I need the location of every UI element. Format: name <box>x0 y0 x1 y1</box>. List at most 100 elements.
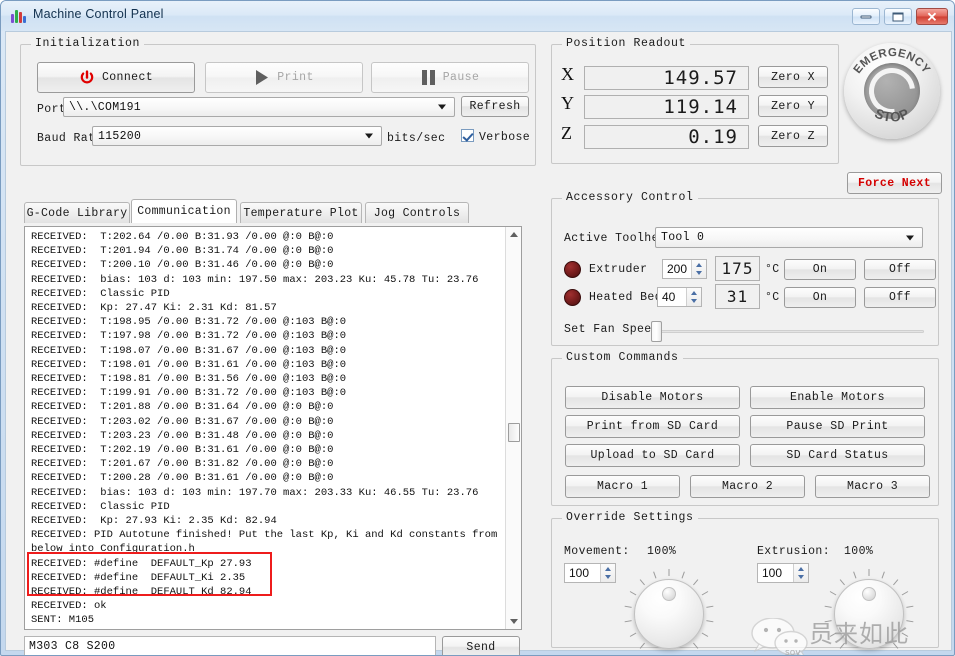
extruder-setpoint-stepper[interactable]: 200 <box>662 259 707 279</box>
button-label: Enable Motors <box>790 391 885 404</box>
zero-x-label: Zero X <box>771 71 815 84</box>
maximize-button[interactable] <box>884 8 912 25</box>
stepper-buttons[interactable] <box>793 564 808 582</box>
app-icon <box>11 10 26 23</box>
zero-y-button[interactable]: Zero Y <box>758 95 828 117</box>
extrusion-stepper[interactable]: 100 <box>757 563 809 583</box>
enable-motors-button[interactable]: Enable Motors <box>750 386 925 409</box>
movement-stepper[interactable]: 100 <box>564 563 616 583</box>
close-button[interactable]: ✕ <box>916 8 948 25</box>
communication-log[interactable]: RECEIVED: T:202.64 /0.00 B:31.93 /0.00 @… <box>24 226 522 630</box>
heated-bed-off-button[interactable]: Off <box>864 287 936 308</box>
zero-z-button[interactable]: Zero Z <box>758 125 828 147</box>
scroll-down-icon[interactable] <box>510 619 518 624</box>
button-label: Macro 2 <box>722 480 773 493</box>
extruder-on-button[interactable]: On <box>784 259 856 280</box>
baud-value: 115200 <box>98 130 141 143</box>
stepper-up-icon <box>691 291 697 295</box>
stepper-buttons[interactable] <box>686 288 701 306</box>
title-bar: Machine Control Panel ✕ <box>1 1 955 31</box>
close-icon: ✕ <box>927 10 938 23</box>
watermark: 员来如此 sov <box>751 604 951 656</box>
log-scrollbar[interactable] <box>505 227 521 629</box>
extruder-off-label: Off <box>889 263 911 276</box>
minimize-button[interactable] <box>852 8 880 25</box>
heated-bed-on-button[interactable]: On <box>784 287 856 308</box>
stepper-up-icon <box>605 567 611 571</box>
heated-bed-current-temp: 31 <box>715 284 760 309</box>
movement-label: Movement: <box>564 545 630 558</box>
tab-communication[interactable]: Communication <box>131 199 237 223</box>
heated-bed-setpoint-stepper[interactable]: 40 <box>657 287 702 307</box>
command-input[interactable]: M303 C8 S200 <box>24 636 436 656</box>
extruder-label: Extruder <box>589 263 647 276</box>
heated-bed-on-label: On <box>813 291 828 304</box>
tab-label: Temperature Plot <box>243 207 358 220</box>
fan-speed-slider-track[interactable] <box>652 330 924 333</box>
tab-gcode-library[interactable]: G-Code Library <box>24 202 130 223</box>
emergency-stop-button[interactable]: EMERGENCY STOP <box>844 43 940 139</box>
y-position-value: 119.14 <box>663 96 738 118</box>
accessory-control-group: Accessory Control Active Toolhead Tool 0… <box>551 198 939 346</box>
stepper-buttons[interactable] <box>600 564 615 582</box>
toolhead-combo[interactable]: Tool 0 <box>655 227 923 248</box>
knob-indicator <box>662 587 676 601</box>
x-position-readout: 149.57 <box>584 66 749 90</box>
position-readout-title: Position Readout <box>562 37 690 50</box>
application-window: Machine Control Panel ✕ Initialization C… <box>0 0 955 656</box>
connect-button[interactable]: Connect <box>37 62 195 93</box>
extrusion-label: Extrusion: <box>757 545 830 558</box>
port-combo[interactable]: \\.\COM191 <box>63 97 455 117</box>
force-next-button[interactable]: Force Next <box>847 172 942 194</box>
svg-text:EMERGENCY: EMERGENCY <box>852 47 933 76</box>
print-button[interactable]: Print <box>205 62 363 93</box>
verbose-checkbox[interactable] <box>461 129 474 142</box>
extruder-current-temp: 175 <box>715 256 760 281</box>
scrollbar-thumb[interactable] <box>508 423 520 442</box>
pause-button[interactable]: Pause <box>371 62 529 93</box>
button-label: Upload to SD Card <box>590 449 714 462</box>
custom-commands-title: Custom Commands <box>562 351 683 364</box>
client-area: Initialization Connect Print <box>5 31 952 651</box>
baud-combo[interactable]: 115200 <box>92 126 382 146</box>
tab-jog-controls[interactable]: Jog Controls <box>365 202 469 223</box>
macro-1-button[interactable]: Macro 1 <box>565 475 680 498</box>
disable-motors-button[interactable]: Disable Motors <box>565 386 740 409</box>
heated-bed-off-label: Off <box>889 291 911 304</box>
zero-x-button[interactable]: Zero X <box>758 66 828 88</box>
port-label: Port <box>37 103 66 116</box>
button-label: Print from SD Card <box>587 420 718 433</box>
tab-label: Communication <box>137 205 231 218</box>
button-label: Macro 1 <box>597 480 648 493</box>
fan-speed-slider-thumb[interactable] <box>651 321 662 342</box>
scroll-up-icon[interactable] <box>510 232 518 237</box>
override-settings-title: Override Settings <box>562 511 698 524</box>
chevron-down-icon <box>365 134 373 139</box>
refresh-label: Refresh <box>469 100 520 113</box>
emergency-line1: EMERGENCY <box>852 47 933 76</box>
macro-3-button[interactable]: Macro 3 <box>815 475 930 498</box>
refresh-button[interactable]: Refresh <box>461 96 529 117</box>
send-button[interactable]: Send <box>442 636 520 656</box>
stepper-down-icon <box>605 575 611 579</box>
force-next-label: Force Next <box>858 177 931 190</box>
pause-icon <box>421 69 436 86</box>
z-position-readout: 0.19 <box>584 125 749 149</box>
tab-label: Jog Controls <box>374 207 460 220</box>
tab-temperature-plot[interactable]: Temperature Plot <box>240 202 362 223</box>
print-from-sd-card-button[interactable]: Print from SD Card <box>565 415 740 438</box>
stepper-down-icon <box>798 575 804 579</box>
sd-card-status-button[interactable]: SD Card Status <box>750 444 925 467</box>
pause-sd-print-button[interactable]: Pause SD Print <box>750 415 925 438</box>
y-position-readout: 119.14 <box>584 95 749 119</box>
extruder-off-button[interactable]: Off <box>864 259 936 280</box>
button-label: Disable Motors <box>601 391 703 404</box>
heated-bed-unit: °C <box>765 291 780 304</box>
macro-2-button[interactable]: Macro 2 <box>690 475 805 498</box>
heated-bed-setpoint-value: 40 <box>658 290 675 304</box>
movement-override-knob[interactable] <box>634 579 704 649</box>
stepper-buttons[interactable] <box>691 260 706 278</box>
window-title: Machine Control Panel <box>33 7 164 21</box>
z-position-value: 0.19 <box>688 126 738 148</box>
upload-to-sd-card-button[interactable]: Upload to SD Card <box>565 444 740 467</box>
